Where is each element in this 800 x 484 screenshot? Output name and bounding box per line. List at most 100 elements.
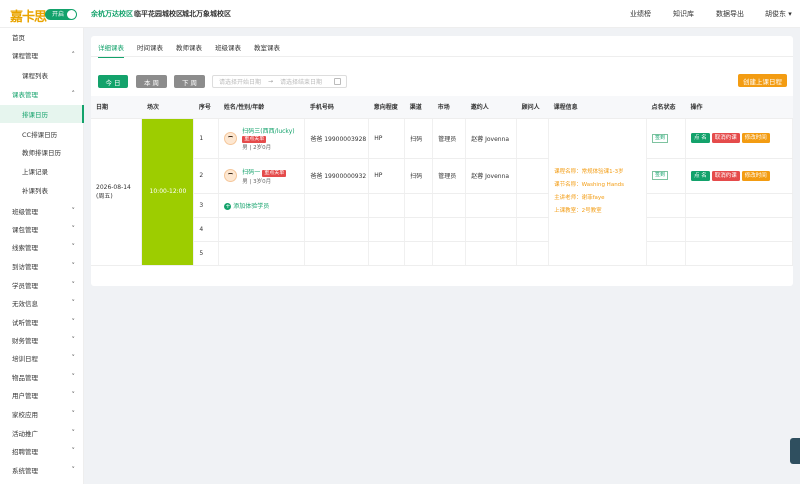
sidebar-item-21[interactable]: 活动推广 ˅ [0,424,84,442]
cancel-booking-button[interactable]: 取消约课 [711,170,740,181]
sidebar-item-13[interactable]: 学员管理 ˅ [0,276,84,294]
sidebar-item-2[interactable]: 课程列表 [0,66,84,84]
col-name: 姓名/性别/年龄 [218,96,305,119]
table-row: 2026-08-14 (周五) 10:00-12:00 1 扫码三(西西/luck… [91,118,793,266]
teacher-name: 主讲老师：谢菲faye [554,194,605,201]
priority-badge: 重点关单 [242,135,267,143]
row-no: 2 [193,158,220,194]
cancel-booking-button[interactable]: 取消约课 [711,133,740,143]
student-name-link[interactable]: 扫码三(西西/lucky) [242,126,294,135]
side-drawer-handle[interactable] [790,438,800,464]
advisor-cell [516,118,550,159]
sidebar-item-label: 班级管理 [12,208,38,216]
sidebar-item-5[interactable]: CC排课日历 [0,125,84,143]
sidebar-item-3[interactable]: 课表管理 ˄ [0,85,84,103]
sidebar-item-1[interactable]: 课程管理 ˄ [0,46,84,64]
campus-toggle[interactable]: 开启 [45,9,77,20]
student-cell: 扫码一 重点关单 男 | 3岁0月 [218,158,306,194]
sidebar: 首页 课程管理 ˄ 课程列表课表管理 ˄ 排课日历 CC排课日历 教师排课日历 上课记录补课列表… [0,28,84,484]
sidebar-item-0[interactable]: 首页 [0,28,84,46]
sidebar-item-8[interactable]: 补课列表 [0,181,84,199]
edit-time-button[interactable]: 修改时间 [741,133,770,143]
student-cell: 扫码三(西西/lucky) 重点关单 男 | 2岁0月 [218,118,306,159]
priority-badge: 重点关单 [262,169,287,177]
start-date-input[interactable]: 请选择开始日期 [219,77,261,86]
chevron-down-icon: ˅ [71,447,76,455]
course-name: 课程名称：常规体验课1-3岁 [554,168,624,175]
add-trial-student-label: 添加体验学员 [233,202,270,210]
sidebar-item-19[interactable]: 用户管理 ˅ [0,386,84,404]
sidebar-item-label: 用户管理 [12,392,38,400]
nav-export[interactable]: 数据导出 [716,9,744,19]
col-actions: 操作 [685,96,793,119]
sidebar-item-22[interactable]: 招聘管理 ˅ [0,442,84,460]
row-no: 1 [193,118,220,159]
student-meta: 男 | 2岁0月 [242,144,272,151]
sidebar-item-12[interactable]: 到访管理 ˅ [0,257,84,275]
sidebar-item-6[interactable]: 教师排课日历 [0,143,84,161]
table-header: 日期 场次 序号 姓名/性别/年龄 手机号码 意向程度 渠道 市场 邀约人 顾问… [91,96,793,119]
sidebar-item-label: 活动推广 [12,430,38,438]
sidebar-item-4[interactable]: 排课日历 [0,105,84,123]
next-week-button[interactable]: 下 周 [174,75,205,88]
date-range-picker[interactable]: 请选择开始日期 → 请选择结束日期 [212,75,347,88]
campus-linping[interactable]: 临平花园城校区 [134,9,183,19]
sidebar-item-label: 课程列表 [22,72,48,80]
attendance-cell: 签到 [646,158,686,194]
roll-call-button[interactable]: 点 名 [691,170,710,181]
date-cell: 2026-08-14 (周五) [91,118,143,266]
attendance-cell: 签到 [646,118,686,159]
sidebar-item-17[interactable]: 培训日程 ˅ [0,349,84,367]
sidebar-item-label: 财务管理 [12,337,38,345]
arrow-right-icon: → [268,78,274,85]
sidebar-item-18[interactable]: 物品管理 ˅ [0,368,84,386]
avatar [224,131,238,145]
chevron-down-icon: ˅ [71,354,76,362]
campus-chengbei[interactable]: 城北万象城校区 [182,9,231,19]
this-week-button[interactable]: 本 周 [136,75,167,88]
sidebar-item-16[interactable]: 财务管理 ˅ [0,331,84,349]
classroom-name: 上课教室：2号教室 [554,207,602,214]
sidebar-item-9[interactable]: 班级管理 ˅ [0,202,84,220]
roll-call-button[interactable]: 点 名 [691,133,710,143]
sidebar-item-label: 补课列表 [22,187,48,195]
col-no: 序号 [193,96,219,119]
chevron-down-icon: ˅ [71,391,76,399]
avatar [224,169,238,182]
col-intent: 意向程度 [368,96,405,119]
sidebar-item-label: 排课日历 [22,111,48,119]
sidebar-item-15[interactable]: 试听管理 ˅ [0,313,84,331]
table-row: 3 + 添加体验学员 [91,193,793,218]
tab-divider [91,56,793,57]
sidebar-item-10[interactable]: 课包管理 ˅ [0,220,84,238]
end-date-input[interactable]: 请选择结束日期 [280,77,322,86]
user-name: 胡俊东 [765,10,786,18]
user-menu[interactable]: 胡俊东 ▾ [765,9,792,19]
phone-cell: 爸爸 19900000932 [304,158,370,194]
sidebar-item-23[interactable]: 系统管理 ˅ [0,461,84,479]
col-market: 市场 [432,96,466,119]
schedule-panel: 详细课表 时间课表 教师课表 班级课表 教室课表 今 日 本 周 下 周 请选择… [91,36,793,286]
calendar-icon [334,78,341,85]
add-trial-student-link[interactable]: + 添加体验学员 [224,202,270,210]
campus-yuhang[interactable]: 余杭万达校区 [91,9,133,19]
sidebar-item-20[interactable]: 家校应用 ˅ [0,405,84,423]
nav-knowledge[interactable]: 知识库 [673,9,694,19]
student-name-link[interactable]: 扫码一 [242,169,260,176]
col-slot: 场次 [141,96,194,119]
phone-cell: 爸爸 19900003928 [304,118,370,159]
chevron-down-icon: ˅ [71,262,76,270]
edit-time-button[interactable]: 修改时间 [741,170,770,181]
sidebar-item-11[interactable]: 线索管理 ˅ [0,238,84,256]
today-button[interactable]: 今 日 [98,75,128,88]
date-text: 2026-08-14 [96,183,131,191]
create-schedule-button[interactable]: 创建上课日程 [738,74,787,87]
sidebar-item-14[interactable]: 无效信息 ˅ [0,294,84,312]
plus-icon: + [224,202,232,210]
sidebar-item-label: 学员管理 [12,282,38,290]
app-logo[interactable]: 嘉卡思 [10,6,47,25]
row-no: 3 [193,193,220,218]
nav-leaderboard[interactable]: 业绩榜 [630,9,651,19]
course-info-cell: 课程名称：常规体验课1-3岁 课节名称：Washing Hands 主讲老师：谢… [548,118,648,266]
sidebar-item-7[interactable]: 上课记录 [0,162,84,180]
